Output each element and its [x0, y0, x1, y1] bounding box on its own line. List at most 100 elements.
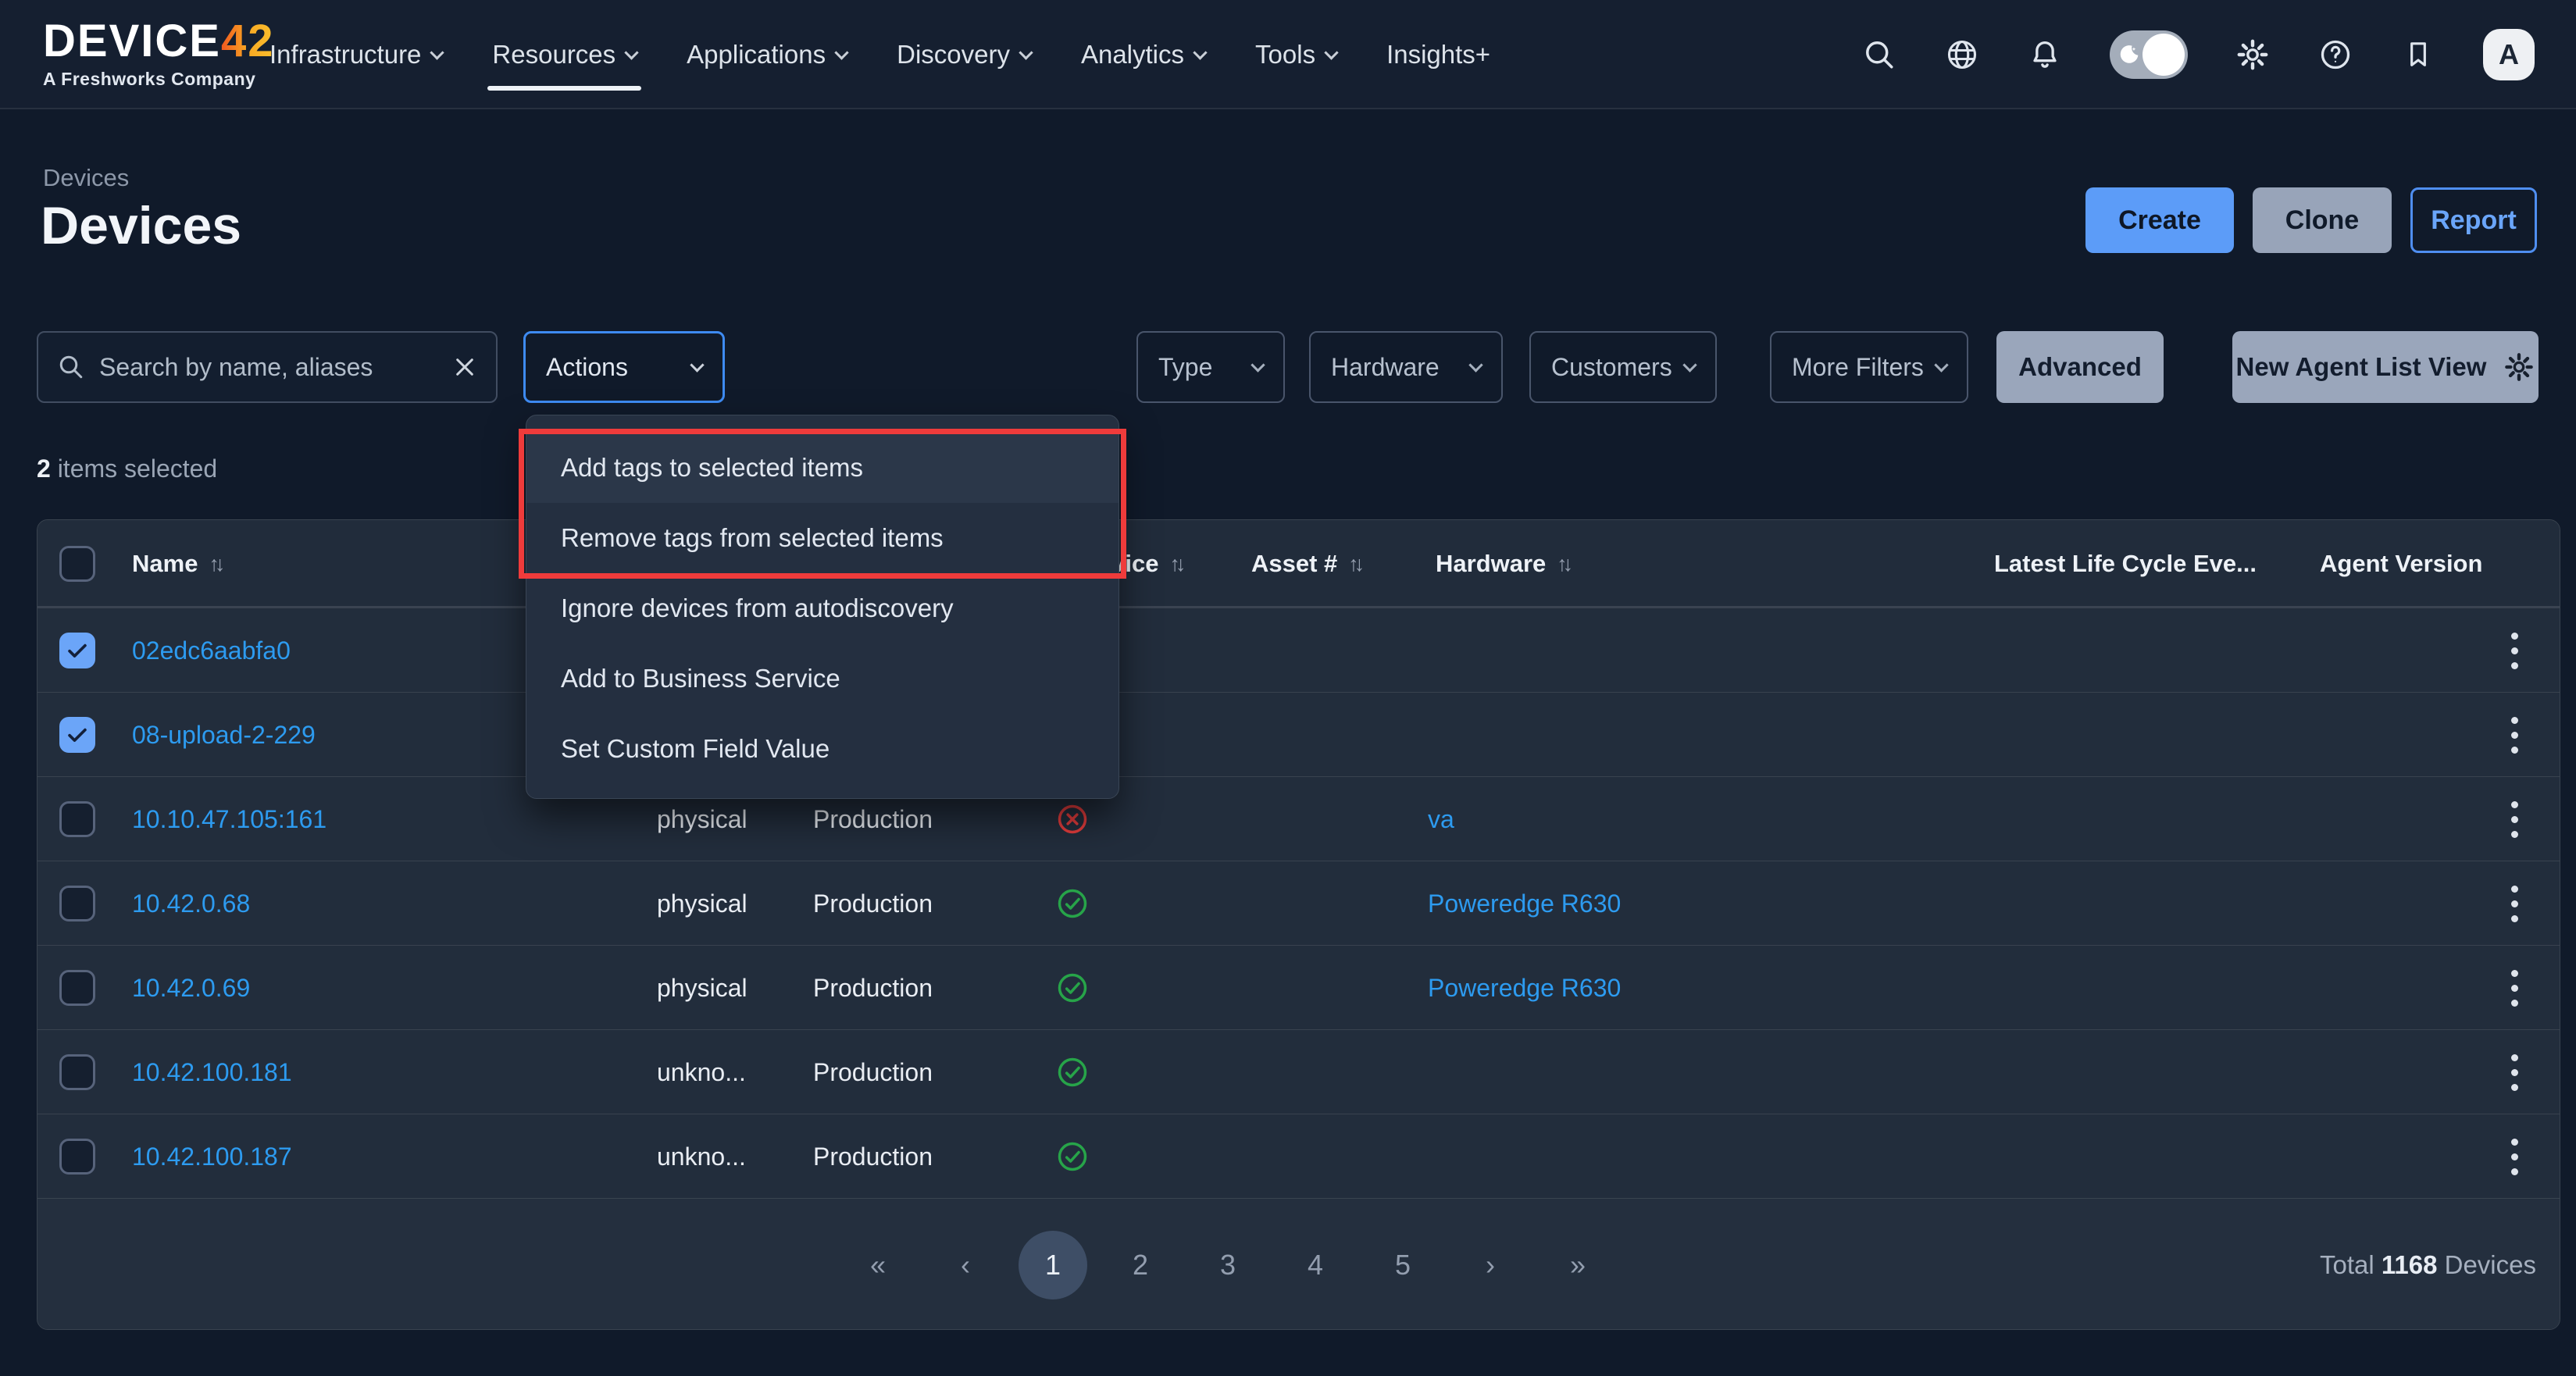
actions-dropdown-button[interactable]: Actions [523, 331, 725, 403]
nav-item-infrastructure[interactable]: Infrastructure [269, 0, 442, 109]
table-row: 10.42.100.181 unkno... Production [37, 1029, 2560, 1114]
total-devices: Total 1168 Devices [2320, 1250, 2536, 1280]
row-menu-kebab-icon[interactable] [2495, 861, 2534, 946]
filter-more-filters[interactable]: More Filters [1770, 331, 1968, 403]
device-name-link[interactable]: 10.42.100.187 [132, 1114, 292, 1199]
row-checkbox[interactable] [59, 970, 95, 1006]
theme-toggle[interactable] [2110, 30, 2188, 79]
advanced-filter-button[interactable]: Advanced [1996, 331, 2164, 403]
pagination-page-5[interactable]: 5 [1381, 1243, 1425, 1287]
service-level-cell: Production [813, 1030, 933, 1114]
main-menu: Infrastructure Resources Applications Disco… [269, 0, 1490, 109]
row-checkbox[interactable] [59, 801, 95, 837]
column-header-asset-[interactable]: Asset #↑↓ [1251, 520, 1360, 608]
device-type-cell: physical [657, 946, 747, 1030]
row-menu-kebab-icon[interactable] [2495, 1030, 2534, 1114]
device-search-box [37, 331, 498, 403]
clone-button[interactable]: Clone [2253, 187, 2392, 253]
menu-item-add-tags-to-selected-items[interactable]: Add tags to selected items [526, 433, 1119, 503]
device-name-link[interactable]: 02edc6aabfa0 [132, 608, 291, 693]
pagination-page-3[interactable]: 3 [1206, 1243, 1250, 1287]
pagination-page-1[interactable]: 1 [1019, 1231, 1087, 1299]
sort-icon[interactable]: ↑↓ [1169, 552, 1181, 576]
bookmark-icon[interactable] [2400, 37, 2436, 73]
device-name-link[interactable]: 10.42.0.68 [132, 861, 250, 946]
agent-view-label: New Agent List View [2236, 352, 2487, 382]
column-header-hardware[interactable]: Hardware↑↓ [1436, 520, 1568, 608]
pagination-prev[interactable]: ‹ [944, 1243, 987, 1287]
device42-logo[interactable]: DEVICE42 A Freshworks Company [43, 19, 274, 90]
pagination-first[interactable]: « [856, 1243, 900, 1287]
header-buttons: Create Clone Report [2085, 187, 2537, 253]
table-footer: « ‹ 12345 › » Total 1168 Devices [37, 1198, 2560, 1330]
create-button[interactable]: Create [2085, 187, 2234, 253]
filter-label: Hardware [1331, 353, 1440, 382]
hardware-link[interactable]: Poweredge R630 [1428, 946, 1621, 1030]
row-checkbox[interactable] [59, 1054, 95, 1090]
hardware-link[interactable]: Poweredge R630 [1428, 861, 1621, 946]
menu-item-set-custom-field-value[interactable]: Set Custom Field Value [526, 714, 1119, 784]
globe-icon[interactable] [1944, 37, 1980, 73]
report-button[interactable]: Report [2410, 187, 2537, 253]
device-type-cell: unkno... [657, 1030, 746, 1114]
table-row: 02edc6aabfa0 [37, 608, 2560, 692]
row-checkbox[interactable] [59, 717, 95, 753]
nav-label: Resources [492, 40, 615, 70]
search-input[interactable] [99, 353, 452, 382]
device-name-link[interactable]: 08-upload-2-229 [132, 693, 316, 777]
help-icon[interactable] [2317, 37, 2353, 73]
pagination-last[interactable]: » [1556, 1243, 1600, 1287]
nav-label: Discovery [897, 40, 1010, 70]
bell-icon[interactable] [2027, 37, 2063, 73]
row-menu-kebab-icon[interactable] [2495, 608, 2534, 693]
row-menu-kebab-icon[interactable] [2495, 946, 2534, 1030]
column-header-name[interactable]: Name↑↓ [132, 520, 220, 608]
in-service-yes-icon [1055, 1114, 1090, 1199]
search-icon[interactable] [1861, 37, 1897, 73]
nav-item-discovery[interactable]: Discovery [897, 0, 1031, 109]
nav-label: Tools [1255, 40, 1315, 70]
advanced-label: Advanced [2018, 352, 2142, 382]
filter-hardware[interactable]: Hardware [1309, 331, 1503, 403]
device-name-link[interactable]: 10.10.47.105:161 [132, 777, 326, 861]
gear-icon[interactable] [2235, 37, 2271, 73]
pagination-page-4[interactable]: 4 [1293, 1243, 1337, 1287]
actions-dropdown-menu: Add tags to selected itemsRemove tags fr… [526, 415, 1119, 799]
clear-search-icon[interactable] [452, 355, 477, 380]
service-level-cell: Production [813, 861, 933, 946]
device-name-link[interactable]: 10.42.0.69 [132, 946, 250, 1030]
select-all-checkbox[interactable] [59, 546, 95, 582]
nav-label: Analytics [1081, 40, 1184, 70]
sort-icon[interactable]: ↑↓ [1557, 552, 1568, 576]
nav-item-applications[interactable]: Applications [687, 0, 847, 109]
row-checkbox[interactable] [59, 633, 95, 668]
logo-text: DEVICE42 [43, 19, 274, 64]
row-checkbox[interactable] [59, 886, 95, 921]
chevron-down-icon [834, 45, 848, 59]
menu-item-ignore-devices-from-autodiscovery[interactable]: Ignore devices from autodiscovery [526, 573, 1119, 643]
sort-icon[interactable]: ↑↓ [209, 552, 220, 576]
device-name-link[interactable]: 10.42.100.181 [132, 1030, 292, 1114]
nav-item-resources[interactable]: Resources [492, 0, 637, 109]
nav-item-tools[interactable]: Tools [1255, 0, 1336, 109]
nav-item-analytics[interactable]: Analytics [1081, 0, 1205, 109]
row-menu-kebab-icon[interactable] [2495, 777, 2534, 861]
breadcrumb[interactable]: Devices [43, 164, 129, 192]
row-checkbox[interactable] [59, 1139, 95, 1175]
menu-item-add-to-business-service[interactable]: Add to Business Service [526, 643, 1119, 714]
filter-type[interactable]: Type [1136, 331, 1285, 403]
table-row: 10.42.0.68physicalProductionPoweredge R6… [37, 861, 2560, 945]
filter-customers[interactable]: Customers [1529, 331, 1717, 403]
user-avatar[interactable]: A [2483, 29, 2535, 80]
chevron-down-icon [1934, 358, 1948, 372]
sort-icon[interactable]: ↑↓ [1348, 552, 1360, 576]
pagination-page-2[interactable]: 2 [1119, 1243, 1162, 1287]
pagination-next[interactable]: › [1468, 1243, 1512, 1287]
menu-item-remove-tags-from-selected-items[interactable]: Remove tags from selected items [526, 503, 1119, 573]
new-agent-list-view-button[interactable]: New Agent List View [2232, 331, 2539, 403]
table-row: 10.42.0.69physicalProductionPoweredge R6… [37, 945, 2560, 1029]
hardware-link[interactable]: va [1428, 777, 1454, 861]
row-menu-kebab-icon[interactable] [2495, 1114, 2534, 1199]
row-menu-kebab-icon[interactable] [2495, 693, 2534, 777]
nav-item-insights-[interactable]: Insights+ [1386, 0, 1490, 109]
